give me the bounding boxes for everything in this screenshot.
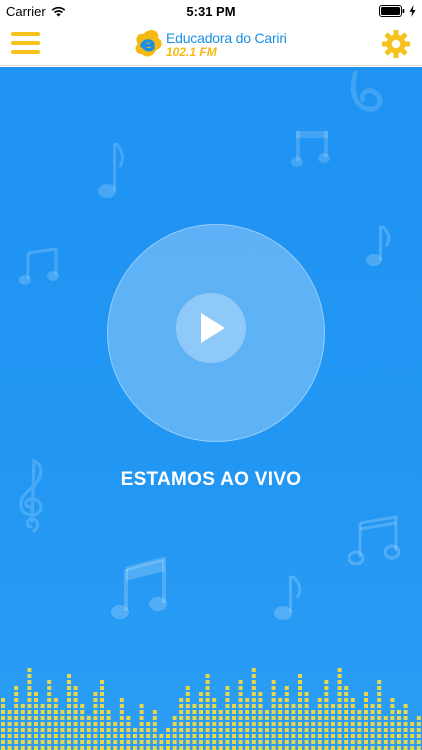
equalizer-bar xyxy=(27,668,32,750)
equalizer-bar xyxy=(258,692,263,750)
music-note-icon xyxy=(291,131,330,167)
equalizer-bar xyxy=(106,710,111,750)
equalizer-bar xyxy=(416,716,421,750)
equalizer-bar xyxy=(172,716,177,750)
music-note-icon xyxy=(98,142,125,198)
equalizer-bar xyxy=(133,728,137,750)
equalizer-bar xyxy=(383,716,388,750)
equalizer-bar xyxy=(390,698,395,750)
equalizer-bar xyxy=(47,680,52,750)
music-note-icon xyxy=(350,70,383,112)
menu-button[interactable] xyxy=(11,32,40,56)
equalizer-bar xyxy=(67,674,71,750)
music-note-icon xyxy=(19,247,59,285)
equalizer-bar xyxy=(344,686,349,750)
charging-icon xyxy=(409,5,416,17)
equalizer-bar xyxy=(113,722,118,750)
equalizer-bar xyxy=(265,710,269,750)
equalizer-bar xyxy=(86,716,91,750)
equalizer-bar xyxy=(80,704,85,750)
equalizer-bar xyxy=(357,710,362,750)
equalizer-bar xyxy=(232,704,236,750)
settings-button[interactable] xyxy=(381,29,411,59)
equalizer-bar xyxy=(364,692,368,750)
equalizer-bar xyxy=(284,686,289,750)
equalizer-bar xyxy=(377,680,382,750)
equalizer-bar xyxy=(337,668,342,750)
equalizer-bar xyxy=(60,710,65,750)
battery-icon xyxy=(379,5,405,17)
equalizer-bar xyxy=(298,674,302,750)
play-button[interactable] xyxy=(176,293,246,363)
equalizer-bar xyxy=(245,698,250,750)
equalizer-bar xyxy=(73,686,78,750)
equalizer-bar xyxy=(350,698,355,750)
equalizer-bar xyxy=(126,716,131,750)
equalizer-bar xyxy=(179,698,184,750)
music-note-icon xyxy=(366,224,391,266)
equalizer-bar xyxy=(14,686,19,750)
live-status-text: ESTAMOS AO VIVO xyxy=(120,469,302,490)
equalizer-bar xyxy=(152,710,157,750)
navigation-bar: Educadora do Cariri 102.1 FM xyxy=(0,22,422,66)
wifi-icon xyxy=(51,6,65,16)
equalizer-bar xyxy=(119,698,124,750)
equalizer-bar xyxy=(199,692,203,750)
player-screen: ESTAMOS AO VIVO xyxy=(0,67,422,750)
logo-title: Educadora do Cariri xyxy=(166,29,287,46)
equalizer-bar xyxy=(218,710,223,750)
equalizer-bar xyxy=(1,698,5,750)
equalizer-bar xyxy=(146,722,151,750)
equalizer-bar xyxy=(20,704,25,750)
equalizer-bar xyxy=(40,704,45,750)
logo-mark-icon xyxy=(135,29,162,57)
equalizer-bar xyxy=(410,722,415,750)
equalizer-bar xyxy=(251,668,256,750)
equalizer-bar xyxy=(317,698,322,750)
station-logo: Educadora do Cariri 102.1 FM xyxy=(134,27,287,61)
equalizer-bar xyxy=(324,680,329,750)
equalizer-bar xyxy=(159,734,164,750)
equalizer-bar xyxy=(278,698,283,750)
equalizer-bar xyxy=(53,698,58,750)
equalizer-visualizer xyxy=(1,668,421,750)
music-note-icon xyxy=(111,557,167,619)
equalizer-bar xyxy=(212,698,217,750)
equalizer-bar xyxy=(139,704,144,750)
equalizer-bar xyxy=(397,710,401,750)
equalizer-bar xyxy=(271,680,276,750)
equalizer-bar xyxy=(34,692,38,750)
equalizer-bar xyxy=(192,704,197,750)
play-icon xyxy=(201,313,225,343)
equalizer-bar xyxy=(185,686,190,750)
music-note-icon xyxy=(348,515,401,565)
equalizer-bar xyxy=(311,710,316,750)
status-bar: Carrier 5:31 PM xyxy=(0,0,422,22)
equalizer-bar xyxy=(403,704,408,750)
equalizer-bar xyxy=(205,674,210,750)
carrier-label: Carrier xyxy=(6,3,46,19)
equalizer-bar xyxy=(7,710,12,750)
equalizer-bar xyxy=(166,728,170,750)
logo-frequency: 102.1 FM xyxy=(166,44,217,59)
equalizer-bar xyxy=(225,686,230,750)
equalizer-bar xyxy=(291,704,296,750)
equalizer-bar xyxy=(93,692,98,750)
equalizer-bar xyxy=(304,692,309,750)
equalizer-bar xyxy=(370,704,375,750)
gear-icon xyxy=(382,30,410,58)
hamburger-menu-icon xyxy=(11,32,40,54)
music-note-icon xyxy=(274,574,302,620)
equalizer-bar xyxy=(331,704,335,750)
equalizer-bar xyxy=(238,680,243,750)
equalizer-bar xyxy=(100,680,104,750)
